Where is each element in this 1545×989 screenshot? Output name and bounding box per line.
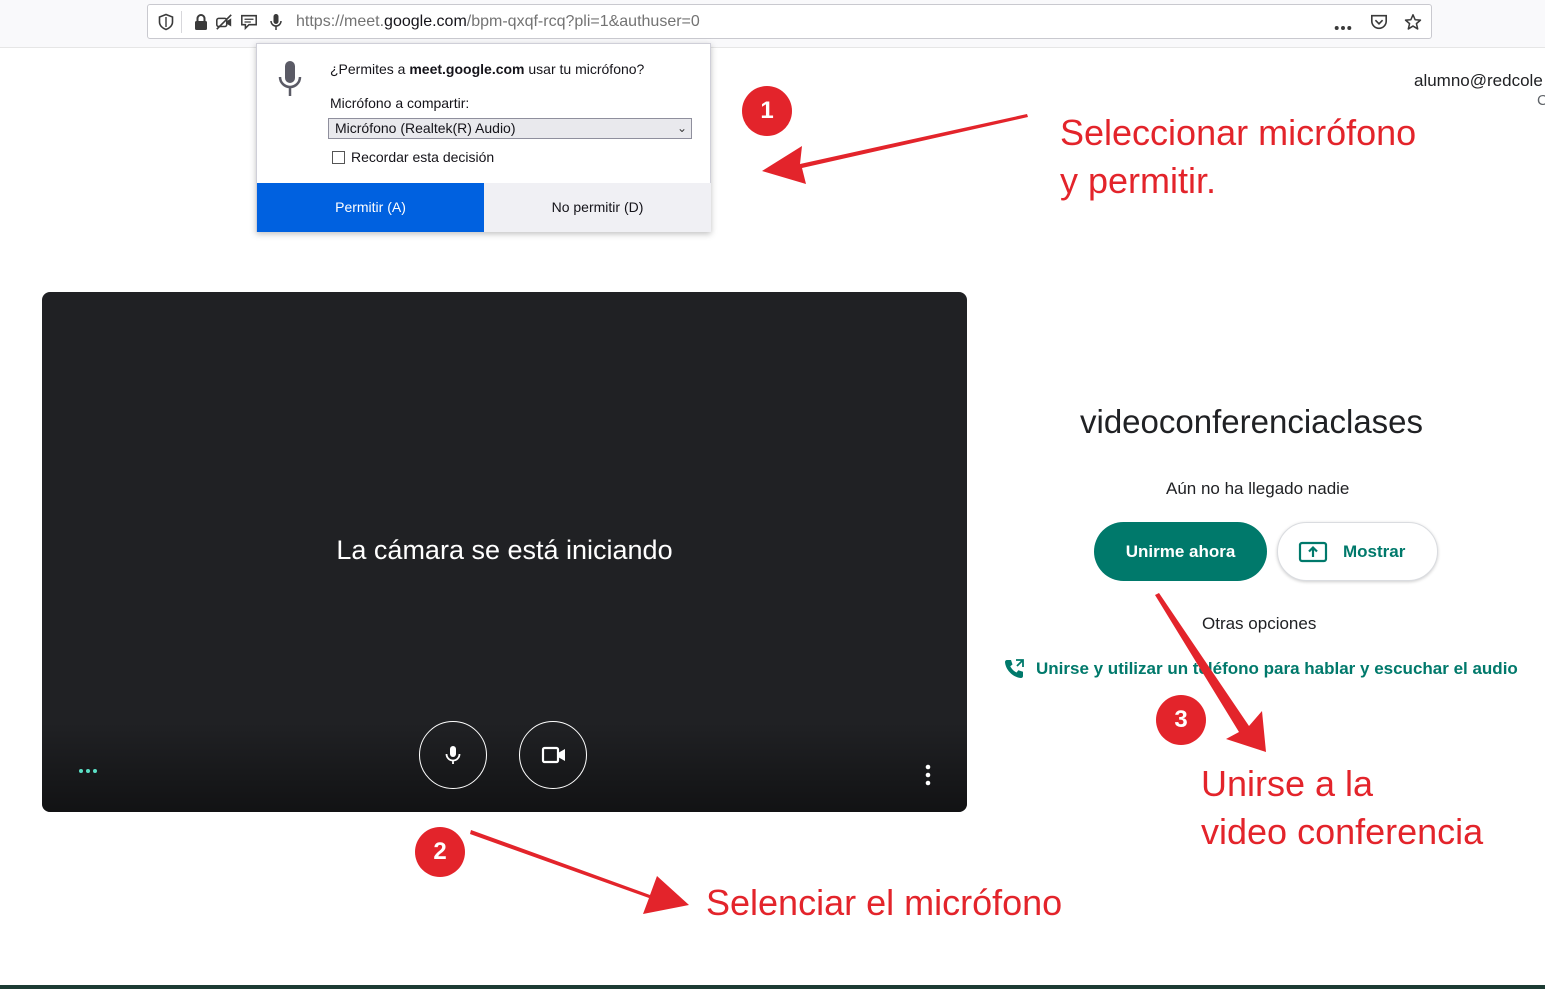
annotation-note-3: Unirse a la video conferencia: [1201, 760, 1483, 856]
annotation-arrow-1: [762, 114, 1028, 184]
annotation-note-1: Seleccionar micrófono y permitir.: [1060, 109, 1416, 205]
annotation-note-3-line-2: video conferencia: [1201, 811, 1484, 852]
annotation-badge-1: 1: [742, 86, 792, 136]
annotation-badge-3: 3: [1156, 695, 1206, 745]
bottom-border: [0, 985, 1545, 989]
annotation-note-2-line-1: Selenciar el micrófono: [706, 882, 1063, 923]
annotation-note-2: Selenciar el micrófono: [706, 879, 1062, 927]
annotation-badge-2: 2: [415, 827, 465, 877]
annotation-note-1-line-1: Seleccionar micrófono: [1060, 112, 1417, 153]
annotation-arrow-2: [470, 830, 689, 914]
annotation-note-3-line-1: Unirse a la: [1201, 763, 1374, 804]
annotation-note-1-line-2: y permitir.: [1060, 160, 1217, 201]
